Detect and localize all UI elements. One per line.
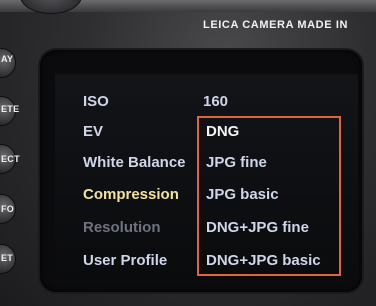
menu-item-iso[interactable]: ISO: [83, 93, 109, 110]
side-button-label: FO: [1, 204, 15, 214]
side-button-label: ET: [1, 253, 14, 263]
side-button-label: AY: [1, 54, 14, 64]
option-dng-jpg-fine[interactable]: DNG+JPG fine: [206, 219, 309, 236]
brand-engraving: LEICA CAMERA MADE IN: [203, 19, 349, 31]
option-jpg-fine[interactable]: JPG fine: [206, 154, 267, 171]
option-dng-jpg-basic[interactable]: DNG+JPG basic: [206, 252, 321, 269]
option-dng[interactable]: DNG: [206, 123, 239, 140]
side-button-label: ETE: [1, 104, 20, 114]
menu-item-resolution: Resolution: [83, 219, 161, 236]
menu-item-user-profile[interactable]: User Profile: [83, 252, 167, 269]
menu-item-white-balance[interactable]: White Balance: [83, 154, 186, 171]
menu-item-ev[interactable]: EV: [83, 123, 103, 140]
compression-options-dropdown[interactable]: DNG JPG fine JPG basic DNG+JPG fine DNG+…: [197, 116, 341, 276]
lcd-screen: ISO 160 EV White Balance Compression Res…: [55, 74, 358, 279]
side-button-label: ECT: [1, 154, 20, 164]
menu-item-compression[interactable]: Compression: [83, 186, 179, 203]
option-jpg-basic[interactable]: JPG basic: [206, 186, 279, 203]
iso-value: 160: [203, 93, 229, 110]
side-button-column: AY ETE ECT FO ET: [0, 48, 40, 306]
